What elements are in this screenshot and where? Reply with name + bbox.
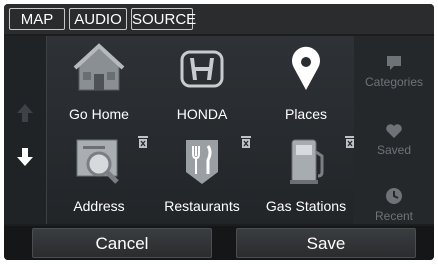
heart-icon <box>386 124 402 138</box>
navigation-screen: MAP AUDIO SOURCE Go Home HONDA Places Ad… <box>4 4 434 260</box>
tab-source[interactable]: SOURCE <box>131 8 196 30</box>
scroll-down-icon[interactable] <box>16 146 34 168</box>
address-label: Address <box>73 198 125 214</box>
go-home-button[interactable]: Go Home <box>49 40 149 130</box>
bottom-bar: Cancel Save <box>4 226 434 260</box>
delete-restaurants-icon[interactable] <box>240 134 252 148</box>
fork-knife-icon <box>186 140 218 184</box>
clock-icon <box>386 188 402 204</box>
restaurants-label: Restaurants <box>164 198 240 214</box>
gas-stations-button[interactable]: Gas Stations <box>256 132 356 222</box>
saved-button[interactable]: Saved <box>354 122 434 157</box>
delete-address-icon[interactable] <box>137 134 149 148</box>
categories-label: Categories <box>364 75 424 89</box>
save-button[interactable]: Save <box>236 228 416 258</box>
recent-label: Recent <box>374 209 414 223</box>
house-icon <box>73 43 125 91</box>
top-bar: MAP AUDIO SOURCE <box>4 4 434 34</box>
location-pin-icon <box>292 46 320 90</box>
honda-logo-icon <box>180 50 224 88</box>
address-search-icon <box>76 139 119 184</box>
scroll-column <box>4 36 47 224</box>
go-home-label: Go Home <box>69 106 129 122</box>
gas-pump-icon <box>290 139 324 184</box>
address-button[interactable]: Address <box>49 132 149 222</box>
scroll-up-icon[interactable] <box>16 102 34 124</box>
cancel-button[interactable]: Cancel <box>32 228 212 258</box>
honda-button[interactable]: HONDA <box>152 40 252 130</box>
places-label: Places <box>284 106 328 122</box>
categories-button[interactable]: Categories <box>354 54 434 89</box>
gas-stations-label: Gas Stations <box>265 198 347 214</box>
categories-icon <box>387 56 401 70</box>
honda-label: HONDA <box>176 106 228 122</box>
places-button[interactable]: Places <box>256 40 356 130</box>
recent-button[interactable]: Recent <box>354 186 434 223</box>
main-panel: Go Home HONDA Places Address Restaurants… <box>4 36 434 224</box>
tab-audio[interactable]: AUDIO <box>69 8 127 30</box>
tab-map[interactable]: MAP <box>9 8 65 30</box>
side-menu: Categories Saved Recent <box>354 36 434 224</box>
restaurants-button[interactable]: Restaurants <box>152 132 252 222</box>
saved-label: Saved <box>376 143 412 157</box>
